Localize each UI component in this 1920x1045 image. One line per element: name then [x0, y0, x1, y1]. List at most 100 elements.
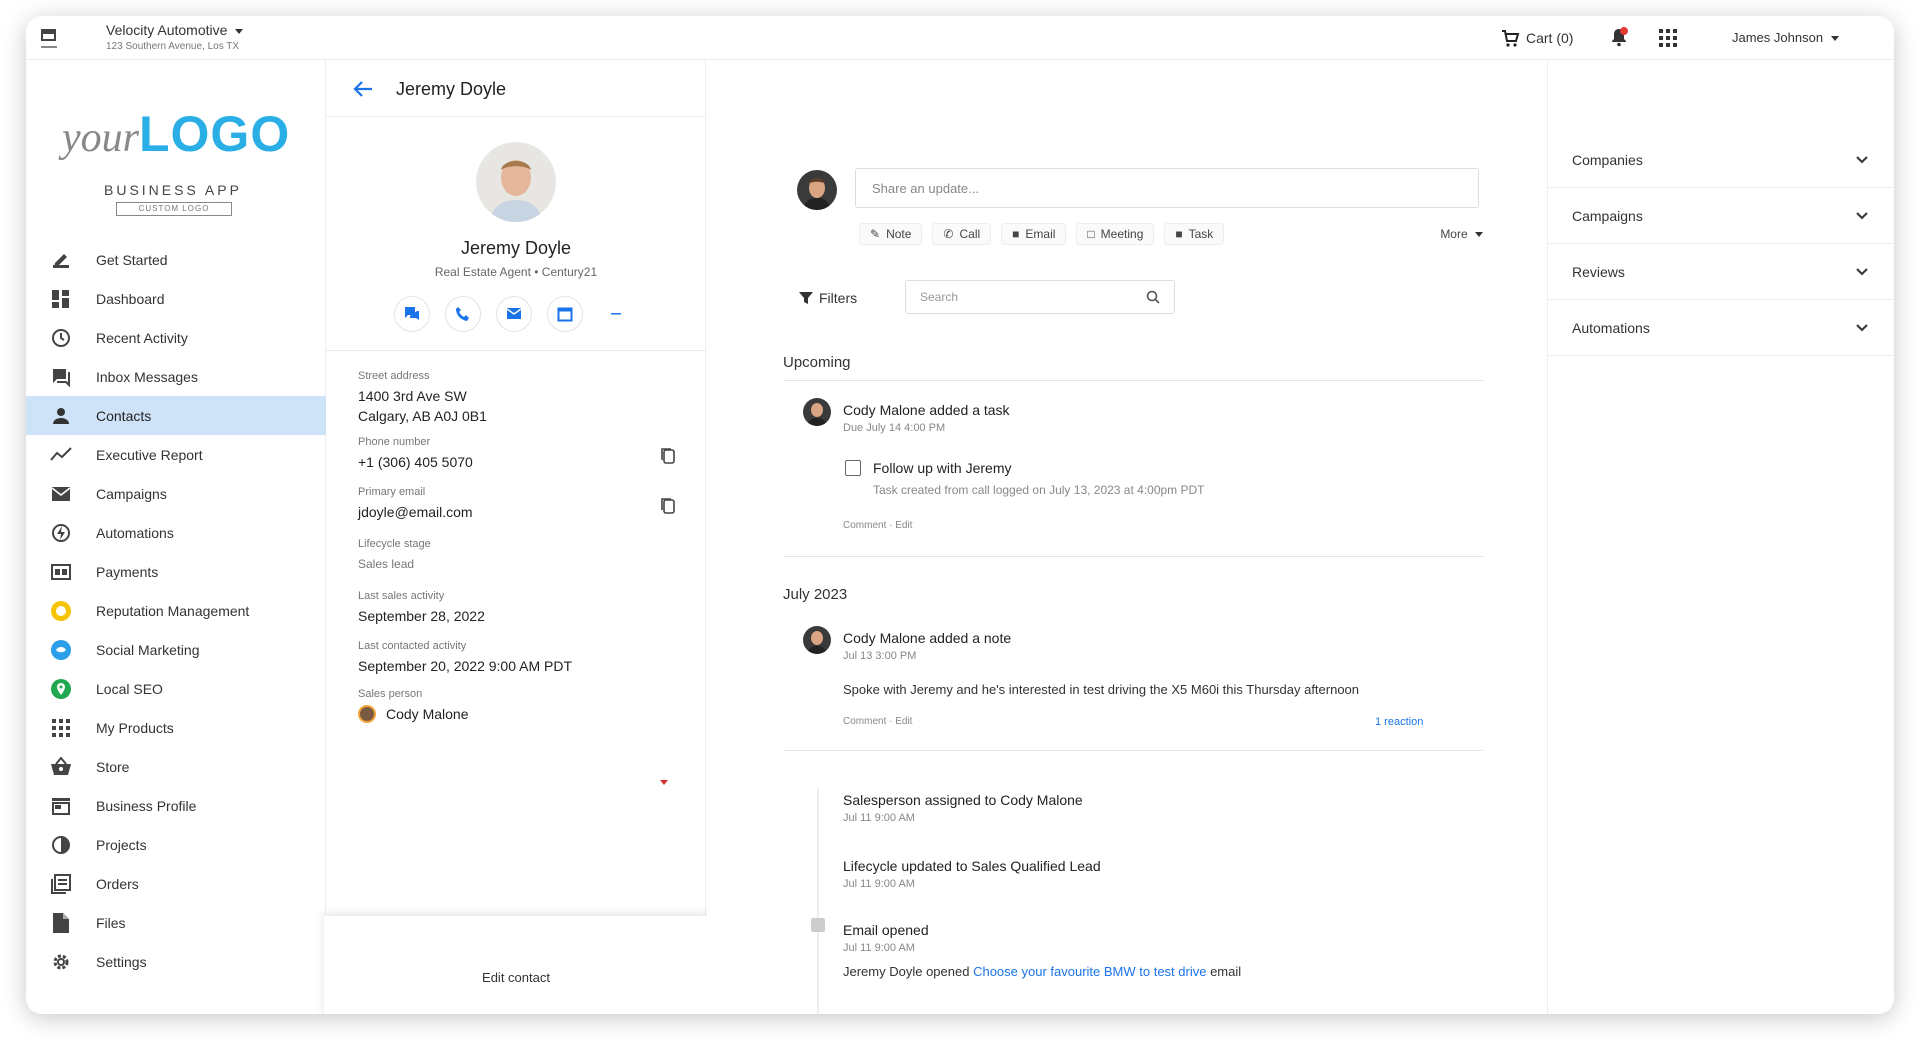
upcoming-heading: Upcoming [783, 354, 851, 371]
edit-contact-button[interactable]: Edit contact [324, 970, 708, 985]
owner-value: Cody Malone [386, 706, 469, 722]
copy-icon[interactable] [660, 447, 676, 465]
address-line-2: Calgary, AB A0J 0B1 [358, 408, 487, 424]
storefront-icon[interactable] [38, 24, 62, 52]
sidebar-item-settings[interactable]: Settings [26, 942, 326, 981]
task-icon: ■ [1175, 227, 1183, 241]
sidebar-item-reputation-management[interactable]: Reputation Management [26, 591, 326, 630]
sidebar-item-label: Projects [96, 836, 147, 853]
sidebar-item-files[interactable]: Files [26, 903, 326, 942]
placeholder-text: Share an update... [872, 180, 979, 196]
task-button[interactable]: ■ Task [1164, 223, 1225, 245]
sidebar-item-label: Get Started [96, 251, 168, 268]
sidebar-item-social-marketing[interactable]: Social Marketing [26, 630, 326, 669]
more-button[interactable] [598, 296, 634, 332]
lifecycle-field: Lifecycle stage Sales lead [358, 538, 678, 574]
dashboard-icon [50, 288, 72, 310]
email-subject-link[interactable]: Choose your favourite BMW to test drive [973, 964, 1206, 979]
meeting-button[interactable]: □ Meeting [1076, 223, 1155, 245]
payment-icon [50, 561, 72, 583]
sidebar-item-orders[interactable]: Orders [26, 864, 326, 903]
accordion-label: Campaigns [1572, 207, 1643, 224]
sidebar-item-campaigns[interactable]: Campaigns [26, 474, 326, 513]
share-update-input[interactable]: Share an update... [855, 168, 1479, 208]
mail-icon: ■ [1012, 227, 1020, 241]
call-button[interactable]: ✆ Call [932, 223, 992, 245]
company-name[interactable]: Velocity Automotive [106, 22, 244, 38]
sidebar-item-recent-activity[interactable]: Recent Activity [26, 318, 326, 357]
back-arrow-icon[interactable] [352, 78, 374, 100]
accordion-automations[interactable]: Automations [1548, 300, 1894, 356]
phone-value[interactable]: +1 (306) 405 5070 [358, 452, 678, 472]
email-button[interactable] [496, 296, 532, 332]
reaction-link[interactable]: 1 reaction [1375, 716, 1423, 728]
storefront-icon [50, 795, 72, 817]
search-icon [1146, 290, 1160, 304]
sidebar-item-label: Recent Activity [96, 329, 188, 346]
chevron-down-icon[interactable] [660, 780, 668, 785]
call-button[interactable] [445, 296, 481, 332]
email-button[interactable]: ■ Email [1001, 223, 1067, 245]
comment-link[interactable]: Comment · Edit [843, 520, 912, 531]
owner-select[interactable]: Cody Malone [358, 704, 678, 724]
calendar-icon [557, 307, 573, 322]
email-event-body: Jeremy Doyle opened Choose your favourit… [843, 964, 1241, 979]
email-value[interactable]: jdoyle@email.com [358, 502, 678, 522]
sidebar-item-label: Settings [96, 953, 147, 970]
app-window: Velocity Automotive 123 Southern Avenue,… [26, 16, 1894, 1014]
company-address: 123 Southern Avenue, Los TX [106, 41, 240, 52]
calendar-button[interactable] [547, 296, 583, 332]
sidebar-item-executive-report[interactable]: Executive Report [26, 435, 326, 474]
task-description: Task created from call logged on July 13… [873, 483, 1205, 497]
calendar-icon: □ [1087, 227, 1095, 241]
field-label: Primary email [358, 486, 426, 498]
sidebar-item-projects[interactable]: Projects [26, 825, 326, 864]
accordion-reviews[interactable]: Reviews [1548, 244, 1894, 300]
comment-link[interactable]: Comment · Edit [843, 716, 912, 727]
button-label: More [1440, 227, 1468, 241]
button-label: Note [886, 227, 912, 241]
sidebar-item-automations[interactable]: Automations [26, 513, 326, 552]
bell-icon[interactable] [1608, 26, 1630, 48]
sidebar-item-get-started[interactable]: Get Started [26, 240, 326, 279]
sidebar-item-local-seo[interactable]: Local SEO [26, 669, 326, 708]
divider [783, 380, 1483, 381]
message-button[interactable] [394, 296, 430, 332]
sidebar-item-store[interactable]: Store [26, 747, 326, 786]
note-button[interactable]: ✎ Note [859, 223, 923, 245]
apps-grid-icon[interactable] [1658, 28, 1678, 48]
sidebar-item-contacts[interactable]: Contacts [26, 396, 326, 435]
cart-button[interactable]: Cart (0) [1500, 28, 1573, 48]
body-text: Jeremy Doyle opened [843, 964, 974, 979]
accordion-campaigns[interactable]: Campaigns [1548, 188, 1894, 244]
sidebar-item-label: Executive Report [96, 446, 203, 463]
more-menu[interactable]: More [1440, 227, 1483, 241]
chevron-down-icon [1856, 155, 1868, 163]
file-icon [50, 912, 72, 934]
sidebar-item-business-profile[interactable]: Business Profile [26, 786, 326, 825]
page-title: Jeremy Doyle [396, 79, 507, 99]
activity-feed: Share an update... ✎ Note ✆ Call ■ Email □ M… [707, 60, 1547, 1014]
brand-logo[interactable]: yourLOGO [62, 104, 290, 164]
business-app-sublabel: CUSTOM LOGO [116, 202, 232, 216]
last-contacted-field: Last contacted activity September 20, 20… [358, 640, 678, 676]
contact-panel: Jeremy Doyle Jeremy Doyle Real Estate Ag… [324, 60, 708, 1014]
sidebar-item-label: Campaigns [96, 485, 167, 502]
copy-icon[interactable] [660, 497, 676, 515]
sidebar-item-dashboard[interactable]: Dashboard [26, 279, 326, 318]
contact-actions [394, 296, 634, 332]
chevron-down-icon [1475, 232, 1483, 238]
task-checkbox[interactable] [845, 460, 861, 476]
sidebar-item-label: Reputation Management [96, 602, 250, 619]
field-label: Phone number [358, 436, 431, 448]
sidebar-item-my-products[interactable]: My Products [26, 708, 326, 747]
accordion-companies[interactable]: Companies [1548, 132, 1894, 188]
user-menu[interactable]: James Johnson [1732, 30, 1840, 45]
sidebar-item-inbox-messages[interactable]: Inbox Messages [26, 357, 326, 396]
email-event-icon [811, 918, 825, 932]
note-activity-title: Cody Malone added a note [843, 630, 1012, 646]
filters-button[interactable]: Filters [787, 281, 869, 315]
sidebar-item-payments[interactable]: Payments [26, 552, 326, 591]
owner-field: Sales person Cody Malone [358, 688, 678, 724]
search-input[interactable]: Search [905, 280, 1175, 314]
